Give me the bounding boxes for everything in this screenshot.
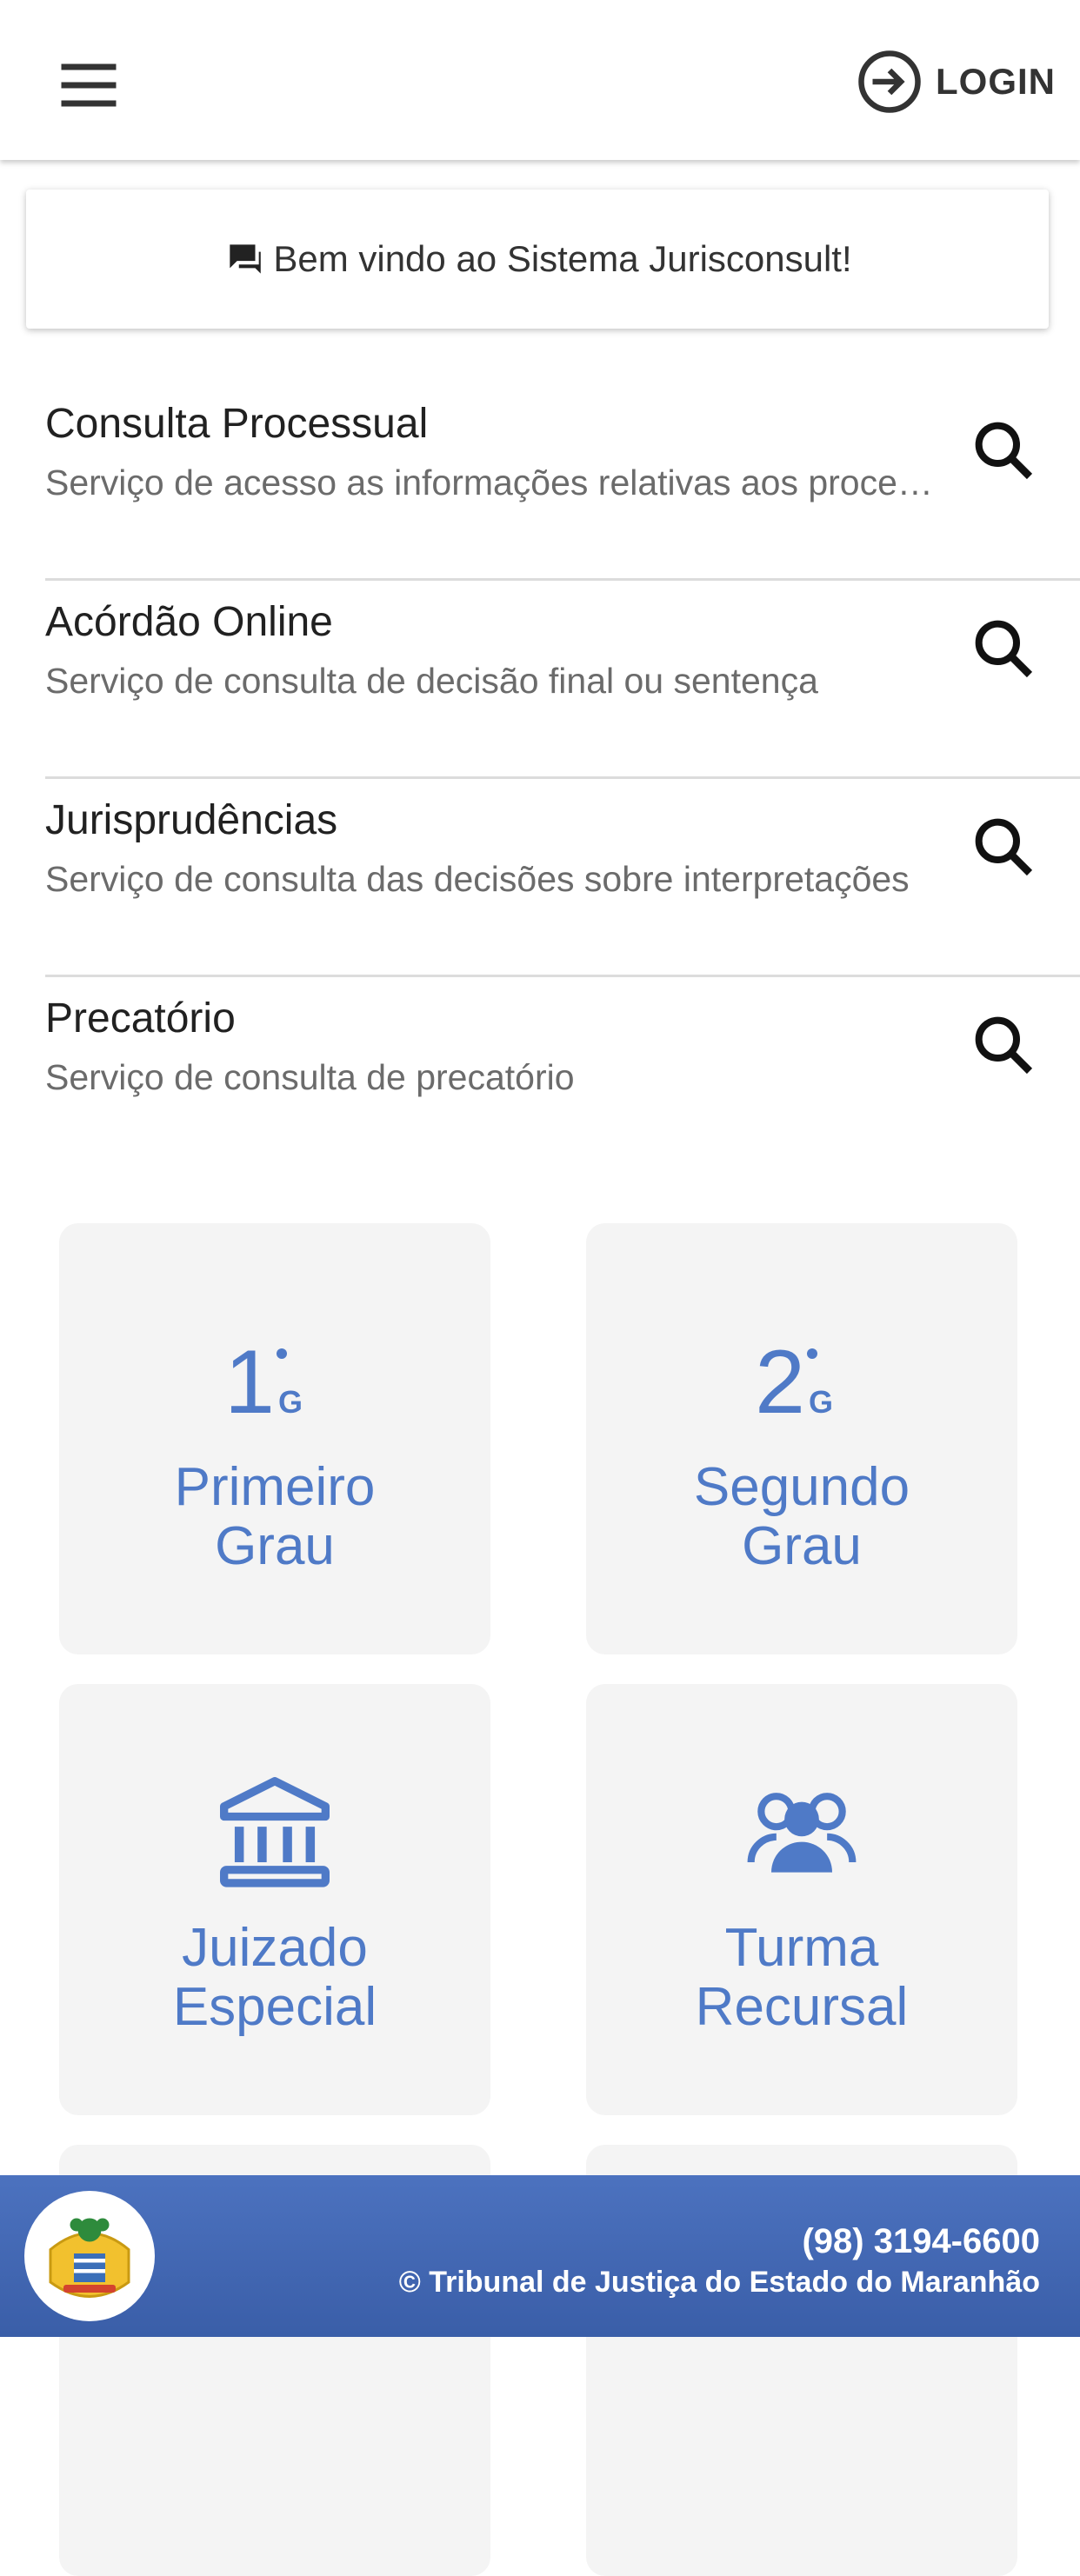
service-title: Jurisprudências — [45, 797, 338, 843]
courthouse-icon — [220, 1776, 330, 1887]
login-icon — [858, 50, 921, 113]
services-list: Consulta Processual Serviço de acesso as… — [45, 383, 1080, 1175]
tile-label-line1: Segundo — [693, 1457, 910, 1517]
menu-button[interactable] — [52, 49, 125, 122]
tile-label-line2: Especial — [172, 1977, 377, 2037]
service-title: Consulta Processual — [45, 401, 429, 447]
tile-segundo-grau[interactable]: 2 G Segundo Grau — [586, 1223, 1017, 1654]
tile-juizado-especial[interactable]: Juizado Especial — [59, 1684, 490, 2115]
service-title: Acórdão Online — [45, 599, 333, 645]
service-title: Precatório — [45, 995, 236, 1042]
tile-label-line1: Juizado — [182, 1918, 368, 1978]
tile-label-line2: Grau — [742, 1516, 862, 1576]
service-precatorio[interactable]: Precatório Serviço de consulta de precat… — [45, 977, 1080, 1175]
app-bar: LOGIN — [0, 0, 1080, 160]
footer-phone: (98) 3194-6600 — [802, 2222, 1040, 2260]
tile-label: Turma Recursal — [586, 1919, 1017, 2037]
service-jurisprudencias[interactable]: Jurisprudências Serviço de consulta das … — [45, 779, 1080, 977]
service-description: Serviço de acesso as informações relativ… — [45, 463, 950, 503]
group-icon — [747, 1793, 857, 1873]
tile-number: 2 — [755, 1332, 805, 1432]
search-icon[interactable] — [969, 416, 1038, 485]
welcome-text: Bem vindo ao Sistema Jurisconsult! — [273, 238, 852, 279]
tile-label-line1: Primeiro — [174, 1457, 376, 1517]
service-description: Serviço de consulta de decisão final ou … — [45, 661, 818, 701]
tile-label: Primeiro Grau — [59, 1458, 490, 1576]
tile-turma-recursal[interactable]: Turma Recursal — [586, 1684, 1017, 2115]
tile-number: 1 — [224, 1332, 275, 1432]
tile-suffix: G — [809, 1384, 833, 1420]
login-button[interactable]: LOGIN — [856, 45, 1056, 118]
tile-label-line2: Grau — [215, 1516, 335, 1576]
tile-label-line2: Recursal — [695, 1977, 909, 2037]
service-description: Serviço de consulta de precatório — [45, 1057, 575, 1097]
service-description: Serviço de consulta das decisões sobre i… — [45, 859, 910, 899]
footer-copyright: © Tribunal de Justiça do Estado do Maran… — [398, 2266, 1040, 2299]
login-label: LOGIN — [936, 61, 1056, 102]
welcome-banner: Bem vindo ao Sistema Jurisconsult! — [26, 190, 1049, 329]
service-consulta-processual[interactable]: Consulta Processual Serviço de acesso as… — [45, 383, 1080, 581]
tile-primeiro-grau[interactable]: 1 G Primeiro Grau — [59, 1223, 490, 1654]
second-degree-icon: 2 G — [755, 1332, 833, 1432]
first-degree-icon: 1 G — [224, 1332, 303, 1432]
search-icon[interactable] — [969, 812, 1038, 882]
search-icon[interactable] — [969, 1010, 1038, 1080]
footer: (98) 3194-6600 © Tribunal de Justiça do … — [0, 2175, 1080, 2337]
tile-label: Juizado Especial — [59, 1919, 490, 2037]
tile-suffix: G — [278, 1384, 303, 1420]
tile-label: Segundo Grau — [586, 1458, 1017, 1576]
tile-label-line1: Turma — [724, 1918, 879, 1978]
service-acordao-online[interactable]: Acórdão Online Serviço de consulta de de… — [45, 581, 1080, 779]
chat-icon — [230, 244, 262, 274]
menu-icon — [61, 63, 117, 107]
search-icon[interactable] — [969, 614, 1038, 683]
court-seal-logo — [24, 2191, 155, 2321]
